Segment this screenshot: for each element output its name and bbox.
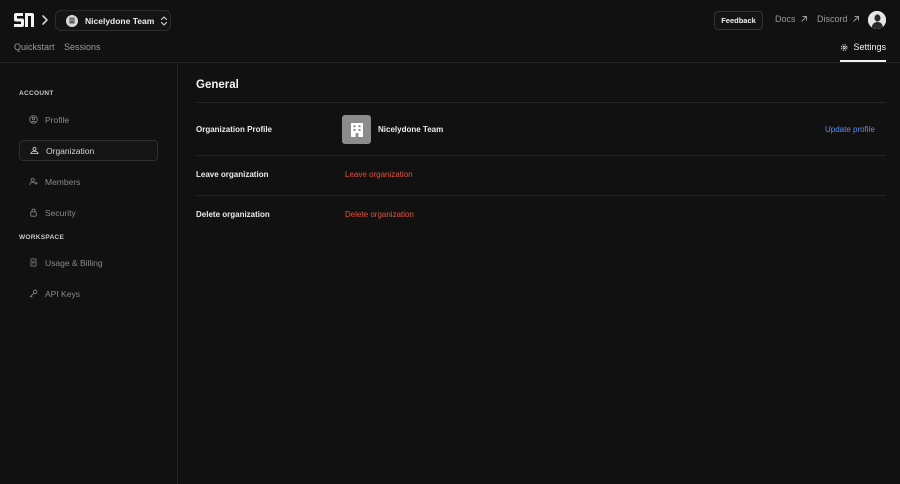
gear-icon bbox=[841, 44, 848, 51]
docs-link-label: Docs bbox=[775, 14, 796, 24]
sidebar-item-api-keys[interactable]: API Keys bbox=[19, 283, 158, 304]
update-profile-button[interactable]: Update profile bbox=[825, 125, 875, 134]
leave-organization-label: Leave organization bbox=[196, 170, 269, 179]
org-profile-label: Organization Profile bbox=[196, 125, 273, 134]
user-avatar[interactable] bbox=[868, 11, 886, 29]
tab-settings-label: Settings bbox=[853, 42, 886, 52]
delete-organization-label: Delete organization bbox=[196, 210, 270, 219]
docs-link[interactable]: Docs bbox=[775, 14, 808, 24]
building-icon bbox=[350, 122, 363, 137]
external-link-icon bbox=[800, 16, 807, 22]
org-logo bbox=[342, 115, 371, 144]
sidebar-item-label: Organization bbox=[46, 145, 95, 156]
key-icon bbox=[29, 289, 38, 298]
section-divider bbox=[196, 102, 886, 103]
receipt-icon bbox=[30, 258, 37, 267]
sidebar-item-label: Security bbox=[45, 207, 76, 218]
tab-sessions[interactable]: Sessions bbox=[64, 42, 101, 52]
sidebar-item-usage-billing[interactable]: Usage & Billing bbox=[19, 252, 158, 273]
sidebar-item-profile[interactable]: Profile bbox=[19, 109, 158, 130]
sidebar-item-label: API Keys bbox=[45, 288, 80, 299]
sidebar-item-label: Members bbox=[45, 176, 81, 187]
team-name: Nicelydone Team bbox=[85, 15, 155, 26]
row-divider bbox=[196, 195, 886, 196]
sidebar-divider bbox=[177, 63, 178, 484]
team-avatar-icon bbox=[66, 14, 78, 27]
feedback-button[interactable]: Feedback bbox=[714, 11, 763, 30]
user-avatar-icon bbox=[868, 11, 886, 29]
discord-link[interactable]: Discord bbox=[817, 14, 860, 24]
header-divider bbox=[0, 62, 900, 63]
user-circle-icon bbox=[29, 115, 38, 124]
team-switcher[interactable]: Nicelydone Team bbox=[55, 10, 171, 31]
sidebar-item-organization[interactable]: Organization bbox=[19, 140, 158, 161]
organization-icon bbox=[30, 146, 39, 155]
page-title: General bbox=[196, 79, 239, 91]
sidebar-item-label: Profile bbox=[45, 114, 70, 125]
top-bar: Nicelydone Team Feedback Docs Discord bbox=[0, 0, 900, 40]
sidebar-item-security[interactable]: Security bbox=[19, 202, 158, 223]
tab-settings[interactable]: Settings bbox=[840, 40, 886, 62]
lock-icon bbox=[30, 208, 37, 217]
workspace-section-label: WORKSPACE bbox=[19, 234, 65, 241]
account-section-label: ACCOUNT bbox=[19, 90, 54, 97]
leave-organization-button[interactable]: Leave organization bbox=[345, 170, 413, 179]
tab-quickstart[interactable]: Quickstart bbox=[14, 42, 55, 52]
external-link-icon bbox=[852, 16, 859, 22]
add-member-icon bbox=[29, 177, 38, 186]
sidebar-item-members[interactable]: Members bbox=[19, 171, 158, 192]
chevron-up-down-icon bbox=[161, 15, 168, 26]
app-logo-icon[interactable] bbox=[13, 12, 35, 28]
row-divider bbox=[196, 155, 886, 156]
sidebar-item-label: Usage & Billing bbox=[45, 257, 103, 268]
chevron-right-icon bbox=[42, 15, 48, 25]
delete-organization-button[interactable]: Delete organization bbox=[345, 210, 414, 219]
org-name: Nicelydone Team bbox=[378, 125, 444, 134]
discord-link-label: Discord bbox=[817, 14, 848, 24]
